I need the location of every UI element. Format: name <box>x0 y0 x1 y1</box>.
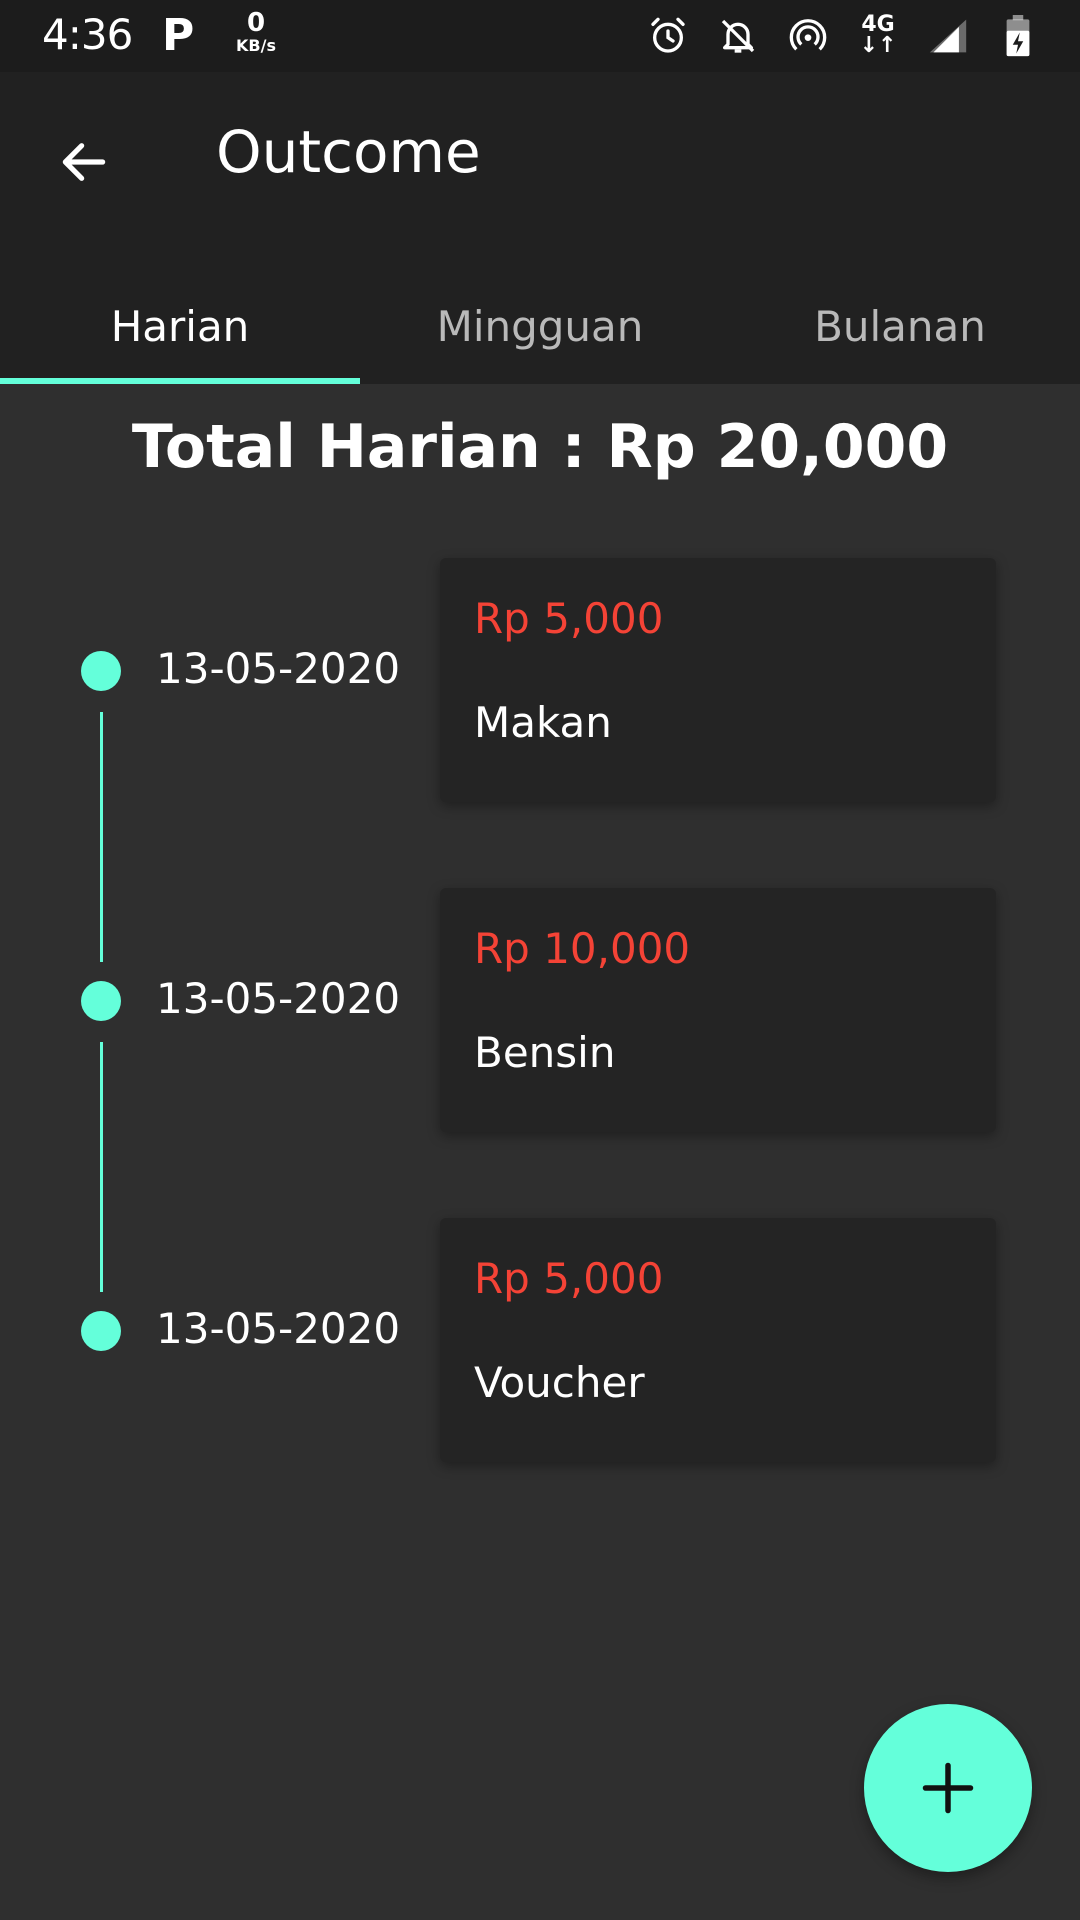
tab-harian[interactable]: Harian <box>0 272 360 384</box>
daily-total: Total Harian : Rp 20,000 <box>131 412 949 482</box>
status-icons: 4G ↓↑ <box>646 14 1040 58</box>
entry-category: Voucher <box>474 1358 645 1407</box>
alarm-icon <box>646 14 690 58</box>
entry-category: Bensin <box>474 1028 616 1077</box>
network-4g-icon: 4G ↓↑ <box>859 12 897 58</box>
entry-amount: Rp 5,000 <box>474 594 664 643</box>
battery-charging-icon <box>996 14 1040 58</box>
app-bar: Outcome Harian Mingguan Bulanan <box>0 72 1080 384</box>
network-speed: 0 KB/s <box>228 10 284 54</box>
status-time: 4:36 <box>42 10 133 59</box>
tab-mingguan[interactable]: Mingguan <box>360 272 720 384</box>
entry-date: 13-05-2020 <box>156 644 401 693</box>
tab-bulanan[interactable]: Bulanan <box>720 272 1080 384</box>
timeline-line <box>100 712 103 962</box>
entry-amount: Rp 10,000 <box>474 924 691 973</box>
tab-bar: Harian Mingguan Bulanan <box>0 272 1080 384</box>
timeline-dot <box>81 651 121 691</box>
add-outcome-button[interactable] <box>864 1704 1032 1872</box>
outcome-card[interactable]: Rp 5,000 Makan <box>440 558 996 802</box>
entry-amount: Rp 5,000 <box>474 1254 664 1303</box>
notifications-off-icon <box>716 14 760 58</box>
timeline-dot <box>81 981 121 1021</box>
network-4g-label: 4G <box>861 12 895 38</box>
network-speed-unit: KB/s <box>236 36 276 55</box>
back-button[interactable] <box>48 126 120 198</box>
p-app-icon: P <box>162 10 195 61</box>
hotspot-icon <box>786 14 830 58</box>
page-title: Outcome <box>216 118 481 186</box>
tab-indicator <box>0 378 360 384</box>
plus-icon <box>922 1762 974 1814</box>
outcome-card[interactable]: Rp 5,000 Voucher <box>440 1218 996 1462</box>
outcome-card[interactable]: Rp 10,000 Bensin <box>440 888 996 1132</box>
status-bar: 4:36 P 0 KB/s 4G ↓↑ <box>0 0 1080 72</box>
network-speed-value: 0 <box>246 8 266 38</box>
signal-icon <box>926 14 970 58</box>
entry-date: 13-05-2020 <box>156 974 401 1023</box>
timeline-line <box>100 1042 103 1292</box>
timeline-dot <box>81 1311 121 1351</box>
arrow-back-icon <box>62 143 106 181</box>
entry-date: 13-05-2020 <box>156 1304 401 1353</box>
entry-category: Makan <box>474 698 612 747</box>
